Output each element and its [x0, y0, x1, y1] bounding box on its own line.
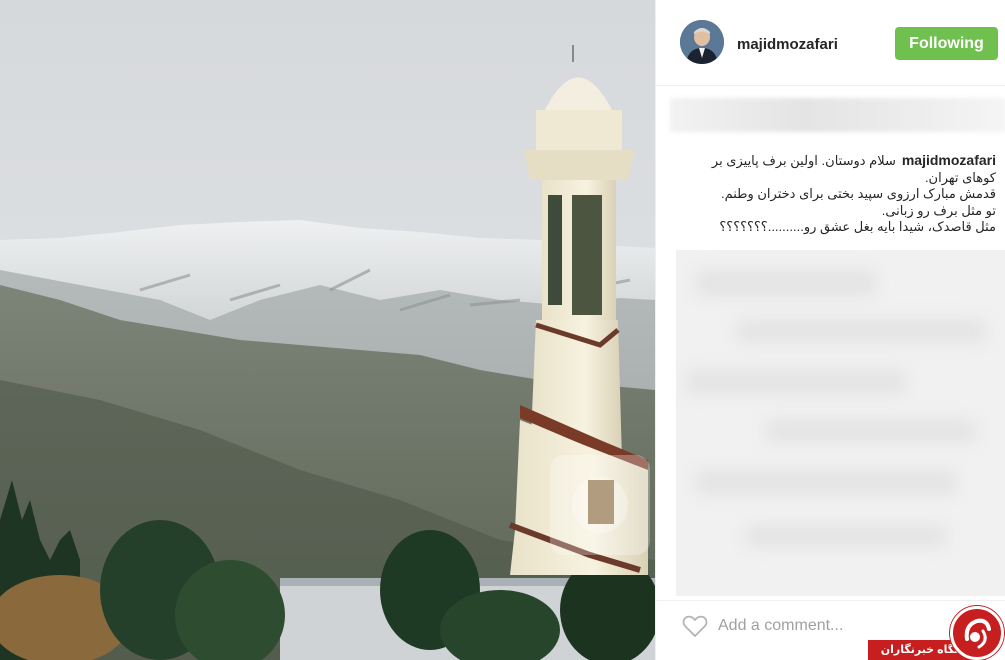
post-photo	[0, 0, 655, 660]
heart-outline-icon[interactable]	[682, 614, 708, 638]
following-button[interactable]: Following	[895, 27, 998, 60]
caption-line-3: قدمش مبارک ارزوی سپید بختی برای دختران و…	[720, 186, 996, 201]
watermark-logo-icon	[950, 606, 1004, 660]
profile-photo-icon	[680, 20, 724, 64]
caption-line-4: تو مثل برف رو زبانی.	[881, 202, 996, 218]
avatar[interactable]	[680, 20, 724, 64]
mountain-minaret-image	[0, 0, 655, 660]
blurred-comments-area	[676, 250, 1005, 596]
caption-text-1: سلام دوستان. اولین برف پاییزی بر	[711, 153, 896, 168]
post-details-panel: majidmozafari Following majidmozafari سلا…	[655, 0, 1005, 660]
post-username[interactable]: majidmozafari	[737, 36, 838, 53]
caption-username[interactable]: majidmozafari	[902, 152, 996, 168]
blurred-content-bar	[670, 98, 1005, 132]
caption-line-2: کوهای تهران.	[924, 169, 996, 185]
news-agency-watermark: باشگاه خبرنگاران	[868, 606, 1005, 660]
caption-line-5: مثل قاصدک، شیدا بایه بغل عشق رو.........…	[719, 219, 996, 234]
post-header: majidmozafari Following	[656, 0, 1005, 86]
post-caption: majidmozafari سلام دوستان. اولین برف پایی…	[676, 152, 996, 236]
caption-line-1: majidmozafari سلام دوستان. اولین برف پایی…	[676, 152, 996, 170]
